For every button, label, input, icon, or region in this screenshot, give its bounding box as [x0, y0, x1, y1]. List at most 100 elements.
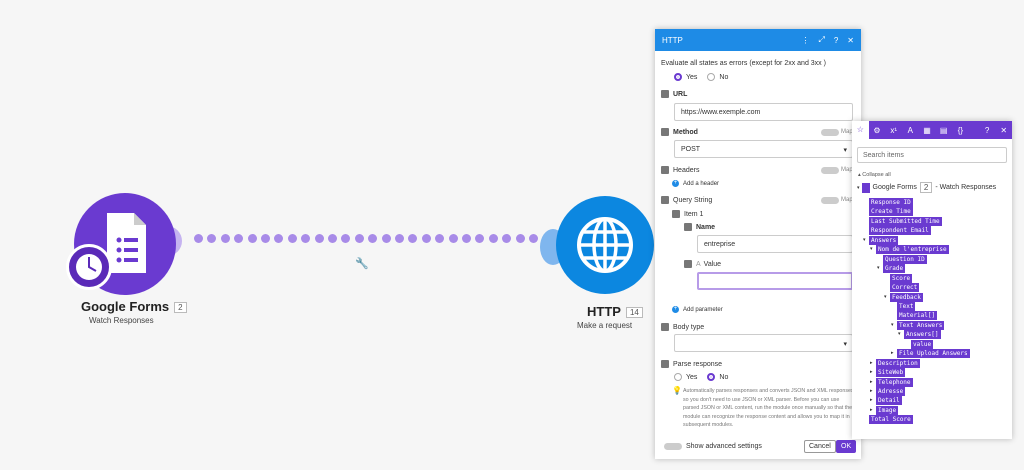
mapping-item[interactable]: Response ID: [869, 198, 913, 207]
connection-dot: [529, 234, 538, 243]
mapping-item[interactable]: Adresse: [876, 387, 906, 396]
map-toggle[interactable]: [821, 197, 839, 204]
connection-dot: [247, 234, 257, 243]
module-subtitle: Make a request: [577, 321, 633, 330]
method-label: Method: [661, 128, 698, 136]
parse-help-text: Automatically parses responses and conve…: [683, 388, 854, 428]
parse-no-radio[interactable]: [707, 373, 716, 381]
body-type-label: Body type: [661, 323, 704, 331]
mapping-item[interactable]: SiteWeb: [876, 368, 906, 378]
module-title: HTTP 14: [587, 304, 643, 319]
connection-dot: [328, 234, 337, 243]
value-label: A Value: [684, 260, 721, 268]
mapping-item[interactable]: File Upload Answers: [897, 349, 970, 359]
mapping-item[interactable]: Question ID: [883, 254, 927, 264]
mapping-item[interactable]: Nom de l'entreprise: [876, 245, 949, 255]
advanced-settings-label: Show advanced settings: [686, 443, 762, 450]
map-toggle[interactable]: [821, 167, 839, 174]
evaluate-label: Evaluate all states as errors (except fo…: [661, 60, 826, 67]
expand-toggle-icon[interactable]: ▸: [870, 388, 873, 394]
mapping-item[interactable]: Score: [890, 273, 913, 283]
expand-toggle-icon[interactable]: ▸: [870, 360, 873, 366]
expand-toggle-icon[interactable]: ▾: [877, 265, 880, 271]
map-label: Map: [841, 167, 853, 173]
mapping-item[interactable]: Total Score: [869, 415, 913, 425]
connection-dot: [314, 234, 324, 243]
search-input[interactable]: Search items: [857, 147, 1007, 163]
mapping-item[interactable]: Correct: [890, 283, 920, 293]
mapping-item[interactable]: Detail: [876, 396, 902, 406]
method-select[interactable]: POST ▾: [674, 140, 853, 158]
text-icon[interactable]: A: [902, 126, 919, 135]
wrench-icon[interactable]: 🔧: [355, 257, 369, 270]
expand-toggle-icon[interactable]: ▾: [898, 331, 901, 337]
connection-dot: [220, 234, 230, 243]
cancel-button[interactable]: Cancel: [804, 440, 836, 453]
star-icon[interactable]: ☆: [852, 121, 869, 139]
add-parameter-button[interactable]: + Add parameter: [672, 306, 723, 313]
collapse-all-button[interactable]: ▴ Collapse all: [858, 172, 891, 178]
connection-dot: [421, 234, 431, 243]
more-icon[interactable]: ⋮: [801, 36, 809, 45]
dropdown-arrow-icon: ▾: [843, 341, 847, 348]
http-module[interactable]: [556, 196, 654, 294]
ok-button[interactable]: OK: [836, 440, 857, 453]
expand-toggle-icon[interactable]: ▾: [891, 322, 894, 328]
clock-icon[interactable]: [66, 244, 112, 290]
help-icon[interactable]: ?: [979, 126, 996, 135]
panel-title: HTTP: [662, 35, 683, 45]
expand-toggle-icon[interactable]: ▸: [870, 379, 873, 385]
evaluate-yes-radio[interactable]: [674, 73, 682, 81]
mapping-item[interactable]: Grade: [883, 264, 906, 274]
name-label: Name: [684, 223, 715, 231]
expand-icon[interactable]: ⤢: [818, 35, 824, 45]
mapping-item[interactable]: Image: [876, 405, 899, 415]
module-title: Google Forms 2: [81, 299, 187, 314]
mapping-item[interactable]: Answers: [869, 235, 899, 245]
globe-icon: [577, 217, 633, 273]
module-subtitle: Watch Responses: [89, 316, 154, 325]
mapping-item[interactable]: Respondent Email: [869, 226, 931, 236]
parse-yes-radio[interactable]: [674, 373, 682, 381]
mapping-item[interactable]: Material[]: [897, 311, 938, 321]
body-type-select[interactable]: ▾: [674, 334, 853, 352]
mapping-item[interactable]: Description: [876, 358, 920, 368]
map-toggle[interactable]: [821, 129, 839, 136]
expand-toggle-icon[interactable]: ▸: [870, 369, 873, 375]
close-icon[interactable]: ✕: [995, 126, 1012, 135]
help-icon[interactable]: ?: [834, 36, 838, 45]
url-label: URL: [661, 90, 687, 98]
mapping-item[interactable]: value: [911, 339, 934, 349]
module-header[interactable]: ▾ Google Forms 2 - Watch Responses: [857, 182, 996, 193]
mapping-item[interactable]: Create Time: [869, 207, 913, 217]
table-icon[interactable]: ▤: [935, 126, 952, 135]
evaluate-no-radio[interactable]: [707, 73, 716, 81]
url-input[interactable]: https://www.exemple.com: [674, 103, 853, 121]
expand-toggle-icon[interactable]: ▸: [870, 407, 873, 413]
connection-dot: [354, 234, 364, 243]
mapping-tabs: ☆ ⚙ x¹ A ▦ ▤ {} ? ✕: [852, 121, 1012, 139]
mapping-item[interactable]: Telephone: [876, 377, 913, 387]
mapping-item[interactable]: Answers[]: [904, 330, 941, 340]
connection-dot: [488, 234, 498, 243]
expand-toggle-icon[interactable]: ▾: [884, 294, 887, 300]
close-icon[interactable]: ✕: [847, 36, 854, 45]
mapping-item[interactable]: Last Submitted Time: [869, 216, 942, 226]
mapping-item[interactable]: Text Answers: [897, 320, 945, 330]
calendar-icon[interactable]: ▦: [919, 126, 936, 135]
expand-toggle-icon[interactable]: ▾: [863, 237, 866, 243]
expand-toggle-icon[interactable]: ▸: [891, 350, 894, 356]
expand-toggle-icon[interactable]: ▸: [870, 397, 873, 403]
braces-icon[interactable]: {}: [952, 126, 969, 135]
advanced-settings-toggle[interactable]: [664, 443, 682, 450]
connection-dot: [515, 234, 525, 243]
expand-toggle-icon[interactable]: ▾: [870, 246, 873, 252]
add-header-button[interactable]: + Add a header: [672, 180, 719, 187]
name-input[interactable]: entreprise: [697, 235, 853, 253]
gear-icon[interactable]: ⚙: [869, 126, 886, 135]
mapping-item[interactable]: Feedback: [890, 292, 923, 302]
dropdown-arrow-icon: ▾: [843, 147, 847, 154]
value-input[interactable]: [697, 272, 853, 290]
superscript-icon[interactable]: x¹: [885, 126, 902, 135]
mapping-item[interactable]: Text: [897, 301, 916, 311]
